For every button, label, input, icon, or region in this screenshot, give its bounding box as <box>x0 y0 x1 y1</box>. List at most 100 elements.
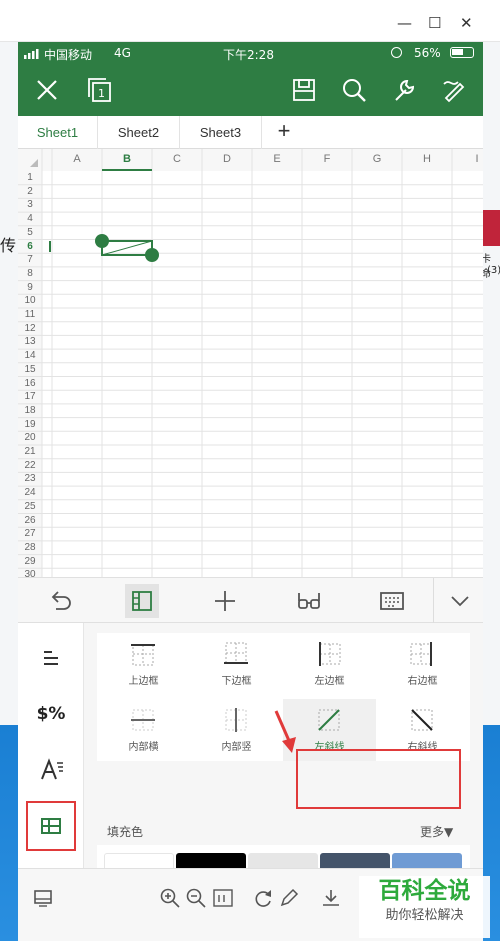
row-header[interactable]: 27 <box>18 527 42 541</box>
row-header[interactable]: 20 <box>18 431 42 445</box>
row-header[interactable]: 3 <box>18 198 42 212</box>
column-header[interactable]: G <box>352 153 402 171</box>
row-header[interactable]: 15 <box>18 363 42 377</box>
column-header[interactable]: D <box>202 153 252 171</box>
zoom-in-icon[interactable] <box>159 887 181 909</box>
row-header[interactable]: 7 <box>18 253 42 267</box>
carrier-label: 中国移动 <box>44 48 93 62</box>
row-header[interactable]: 14 <box>18 349 42 363</box>
border-options-panel: 上边框 下边框 左边框 右边框 内部横 内部竖 左斜线 右斜线 填充色 更多▼ <box>84 623 483 927</box>
row-header[interactable]: 5 <box>18 226 42 240</box>
row-header[interactable]: 9 <box>18 281 42 295</box>
column-header[interactable]: A <box>52 153 102 171</box>
row-header[interactable]: 21 <box>18 445 42 459</box>
tab-sheet2[interactable]: Sheet2 <box>98 116 180 149</box>
column-header[interactable]: F <box>302 153 352 171</box>
tab-sheet1[interactable]: Sheet1 <box>18 116 98 149</box>
border-left-icon <box>319 642 341 666</box>
sheet-view-icon[interactable] <box>32 887 54 909</box>
window-title-bar: — ☐ ✕ <box>0 0 500 42</box>
row-header[interactable]: 10 <box>18 294 42 308</box>
tab-sheet3[interactable]: Sheet3 <box>180 116 262 149</box>
border-left-option[interactable]: 左边框 <box>283 633 376 695</box>
redo-icon[interactable] <box>252 887 274 909</box>
row-header[interactable]: 1 <box>18 171 42 185</box>
border-bottom-label: 下边框 <box>221 676 252 687</box>
border-style-button[interactable] <box>26 801 76 851</box>
column-header[interactable]: E <box>252 153 302 171</box>
pen-draw-icon[interactable] <box>440 76 468 104</box>
watermark-title: 百科全说 <box>378 878 471 904</box>
border-inner-horizontal-icon <box>131 709 155 731</box>
close-icon[interactable] <box>33 76 61 104</box>
border-right-option[interactable]: 右边框 <box>376 633 469 695</box>
highlight-box <box>296 749 461 809</box>
desktop-text: 传 <box>0 236 17 255</box>
font-style-icon[interactable] <box>26 747 76 793</box>
chevron-down-icon[interactable] <box>446 587 474 615</box>
search-icon[interactable] <box>340 76 368 104</box>
row-header[interactable]: 22 <box>18 459 42 473</box>
border-bottom-option[interactable]: 下边框 <box>190 633 283 695</box>
close-window-button[interactable]: ✕ <box>460 14 473 32</box>
sheet-tabs: Sheet1 Sheet2 Sheet3 + <box>18 116 483 149</box>
sheets-count-icon[interactable]: 1 <box>86 76 114 104</box>
annotation-arrow-icon <box>274 710 296 753</box>
row-header[interactable]: 30 <box>18 568 42 577</box>
row-header[interactable]: 18 <box>18 404 42 418</box>
desktop-icon-label-2: (3) <box>487 265 500 276</box>
row-header[interactable]: 26 <box>18 514 42 528</box>
column-header[interactable]: C <box>152 153 202 171</box>
row-header[interactable]: 29 <box>18 555 42 569</box>
minimize-button[interactable]: — <box>397 14 412 32</box>
row-header[interactable]: 17 <box>18 390 42 404</box>
border-top-option[interactable]: 上边框 <box>97 633 190 695</box>
row-header[interactable]: 6 <box>18 240 42 254</box>
diagonal-left-icon <box>318 709 340 731</box>
signal-icon <box>24 48 40 59</box>
add-sheet-button[interactable]: + <box>262 116 306 149</box>
row-header[interactable]: 4 <box>18 212 42 226</box>
desktop-background-right: 卡命 (3) <box>481 42 500 941</box>
row-header[interactable]: 25 <box>18 500 42 514</box>
row-header[interactable]: 12 <box>18 322 42 336</box>
border-top-label: 上边框 <box>128 676 159 687</box>
cell-format-icon[interactable] <box>125 584 159 618</box>
reading-glasses-icon[interactable] <box>295 587 323 615</box>
pencil-icon[interactable] <box>278 887 300 909</box>
save-icon[interactable] <box>290 76 318 104</box>
column-header[interactable]: B <box>102 153 152 171</box>
undo-icon[interactable] <box>46 587 74 615</box>
border-right-icon <box>410 642 432 666</box>
actual-size-icon[interactable] <box>212 887 234 909</box>
more-colors-button[interactable]: 更多▼ <box>420 823 453 840</box>
spreadsheet-grid[interactable]: ABCDEFGHI 1 2 3 4 5 6 7 8 9 10 11 12 13 14 15 16 17 18 19 2… <box>18 149 483 577</box>
row-header[interactable]: 11 <box>18 308 42 322</box>
row-header[interactable]: 28 <box>18 541 42 555</box>
border-inner-horizontal-label: 内部横 <box>128 742 159 753</box>
row-header[interactable]: 2 <box>18 185 42 199</box>
row-header[interactable]: 16 <box>18 377 42 391</box>
battery-percent: 56% <box>414 46 441 60</box>
number-format-icon[interactable]: $% <box>26 691 76 737</box>
row-header[interactable]: 8 <box>18 267 42 281</box>
insert-plus-icon[interactable] <box>211 587 239 615</box>
battery-icon <box>450 47 474 58</box>
border-inner-horizontal-option[interactable]: 内部横 <box>97 699 190 761</box>
keyboard-icon[interactable] <box>378 587 406 615</box>
download-icon[interactable] <box>320 887 342 909</box>
fill-color-label: 填充色 <box>107 825 144 839</box>
row-header[interactable]: 23 <box>18 472 42 486</box>
zoom-out-icon[interactable] <box>185 887 207 909</box>
rotation-lock-icon <box>391 47 402 58</box>
maximize-button[interactable]: ☐ <box>428 14 441 32</box>
align-icon[interactable] <box>26 635 76 681</box>
row-header[interactable]: 19 <box>18 418 42 432</box>
tools-wrench-icon[interactable] <box>390 76 418 104</box>
row-header[interactable]: 24 <box>18 486 42 500</box>
row-header[interactable]: 13 <box>18 335 42 349</box>
column-header[interactable]: H <box>402 153 452 171</box>
grid-lines <box>18 149 483 577</box>
desktop-app-icon[interactable] <box>483 210 500 246</box>
column-header[interactable]: I <box>452 153 483 171</box>
